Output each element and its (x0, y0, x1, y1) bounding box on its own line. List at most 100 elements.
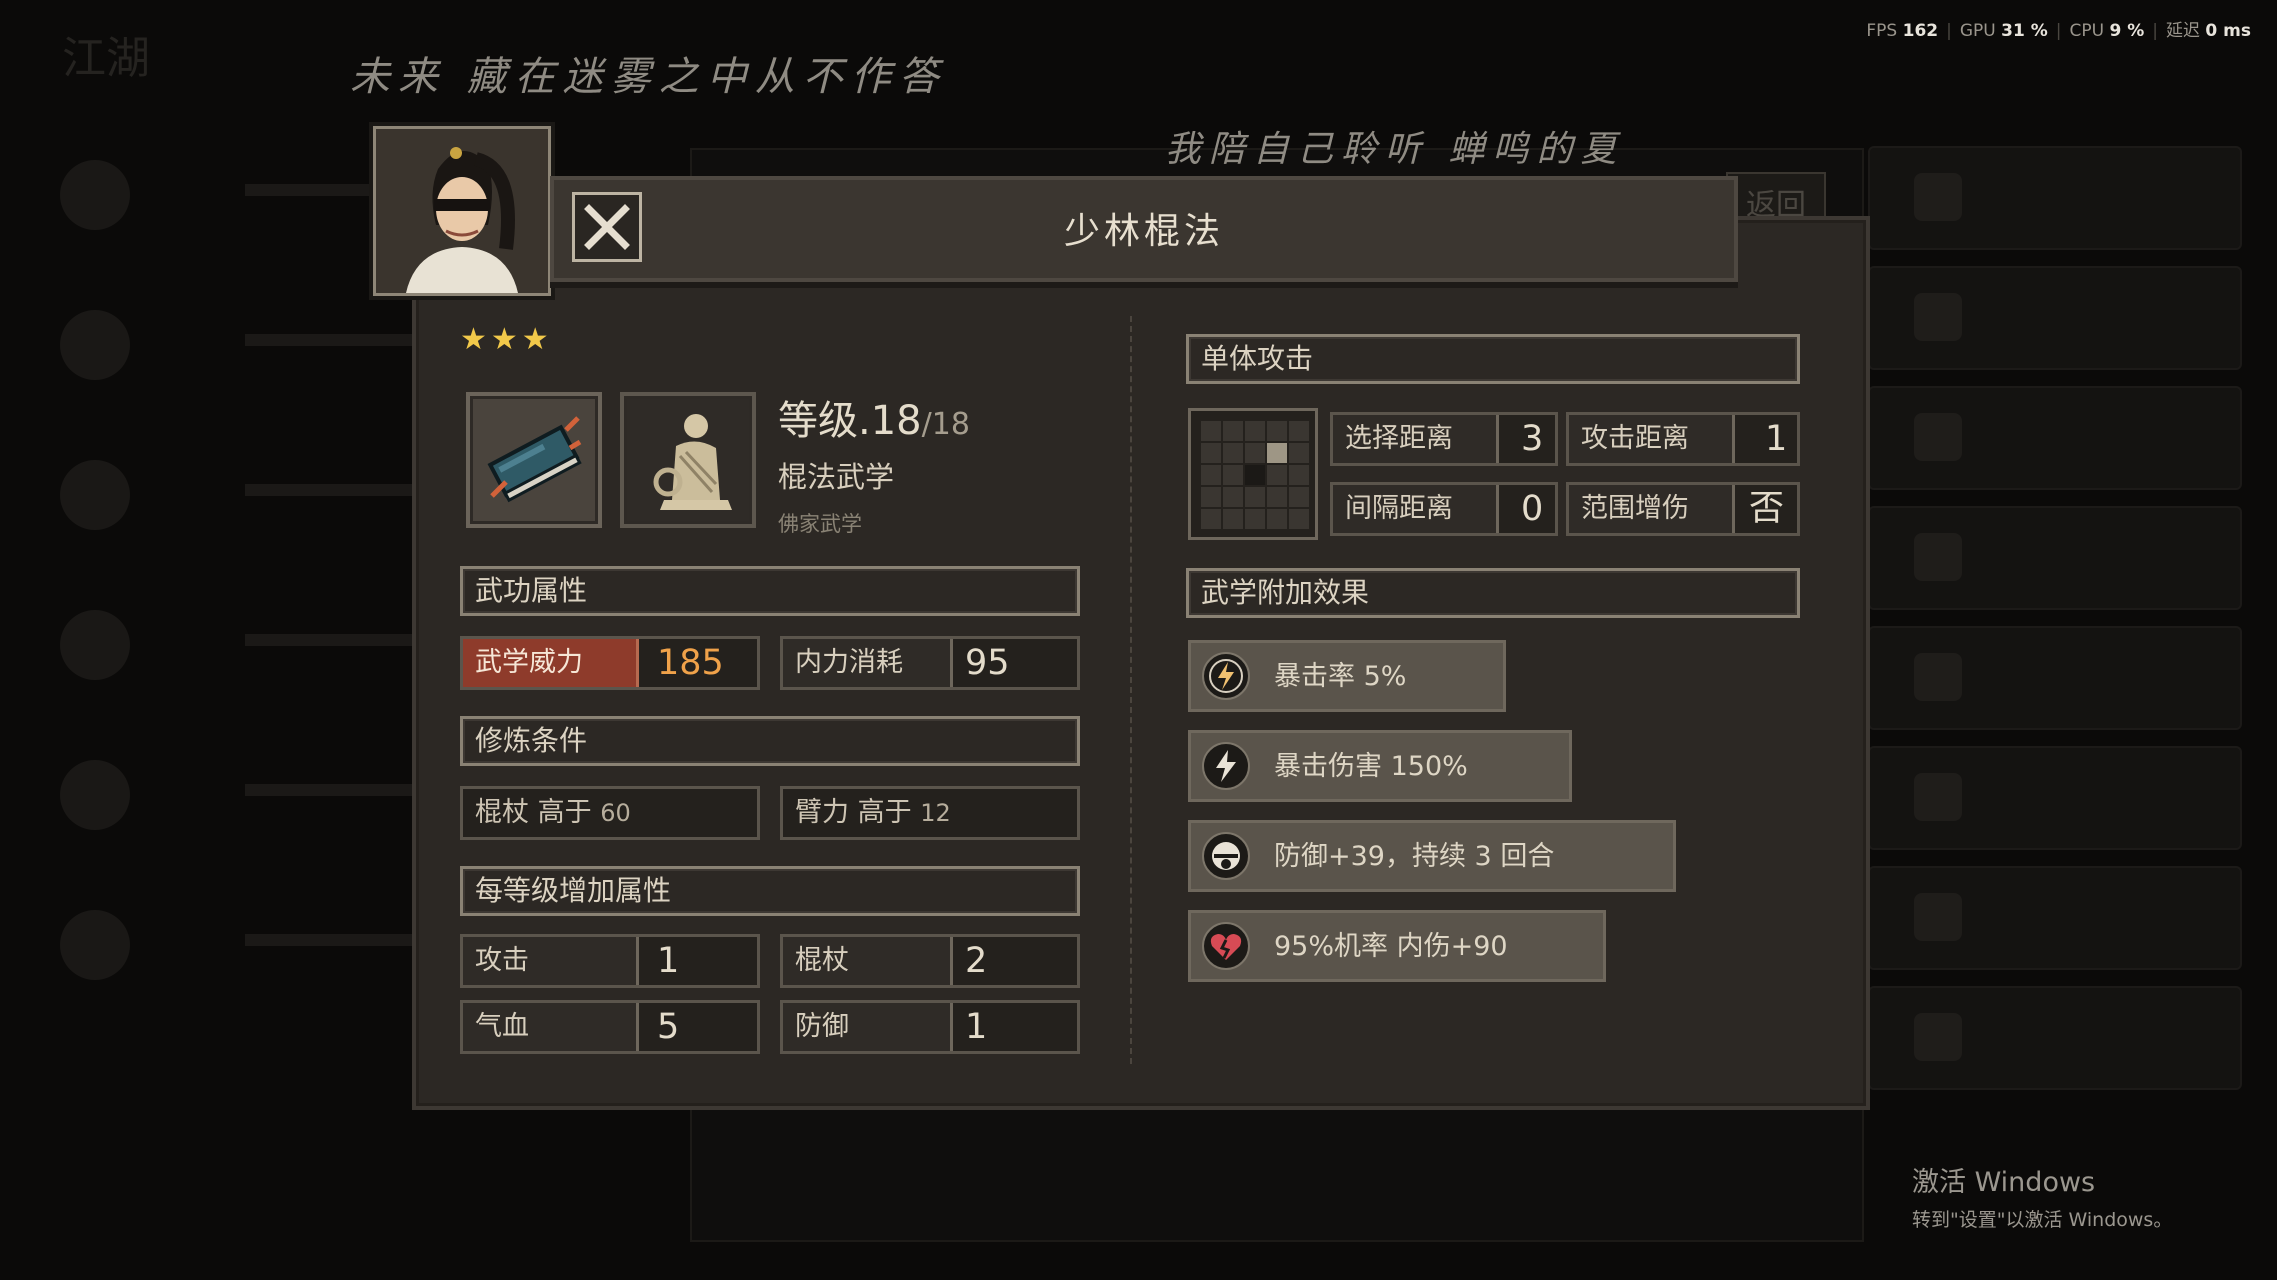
lightning-icon (1202, 742, 1250, 790)
fps-value: 162 (1902, 21, 1939, 41)
level-label: 等级. (778, 398, 871, 444)
training-requirement: 臂力 高于 12 (780, 786, 1080, 840)
effect-text: 暴击伤害 150% (1274, 751, 1468, 782)
per-level-stat: 防御 1 (780, 1000, 1080, 1054)
stat-label: 气血 (463, 1003, 639, 1051)
effect-item: 防御+39，持续 3 回合 (1188, 820, 1676, 892)
effect-text: 95%机率 内伤+90 (1274, 931, 1508, 962)
game-logo: 江湖 (62, 33, 150, 84)
lyric-line-1: 未来 藏在迷雾之中从不作答 (350, 54, 947, 100)
background-character-slot (40, 290, 455, 420)
per-level-stat: 气血 5 (460, 1000, 760, 1054)
power-label: 武学威力 (463, 639, 639, 687)
select-range-stat: 选择距离 3 (1330, 412, 1558, 466)
interval-range-label: 间隔距离 (1333, 485, 1499, 533)
close-icon (584, 204, 630, 250)
stat-value: 1 (657, 941, 680, 981)
skill-type: 棍法武学 (778, 460, 895, 494)
power-stat: 武学威力 185 (460, 636, 760, 690)
stat-label: 防御 (783, 1003, 953, 1051)
skill-book-slot[interactable] (466, 392, 602, 528)
lightning-icon (1202, 652, 1250, 700)
skill-subtype: 佛家武学 (778, 512, 862, 536)
select-range-value: 3 (1521, 419, 1544, 459)
stat-value: 5 (657, 1007, 680, 1047)
per-level-stat: 攻击 1 (460, 934, 760, 988)
requirement-value: 12 (920, 799, 951, 827)
background-character-slot (40, 140, 455, 270)
activation-title: 激活 Windows (1912, 1167, 2096, 1198)
aoe-damage-stat: 范围增伤 否 (1566, 482, 1800, 536)
interval-range-value: 0 (1521, 489, 1544, 529)
effects-header: 武学附加效果 (1186, 568, 1800, 618)
aoe-damage-value: 否 (1749, 489, 1785, 529)
effect-item: 暴击率 5% (1188, 640, 1506, 712)
background-menu-button[interactable] (1868, 506, 2242, 610)
staff-weapon-slot[interactable] (620, 392, 756, 528)
monk-staff-icon (653, 414, 732, 510)
background-character-slot (40, 890, 455, 1020)
broken-heart-icon (1202, 922, 1250, 970)
background-menu-button[interactable] (1868, 866, 2242, 970)
background-menu-button[interactable] (1868, 386, 2242, 490)
panel-divider (1130, 316, 1132, 1064)
training-requirement: 棍杖 高于 60 (460, 786, 760, 840)
background-character-slot (40, 440, 455, 570)
skill-book-icon (487, 416, 582, 503)
performance-overlay: FPS 162 | GPU 31 % | CPU 9 % | 延迟 0 ms (1866, 21, 2251, 41)
background-menu-button[interactable] (1868, 266, 2242, 370)
background-menu-button[interactable] (1868, 146, 2242, 250)
close-button[interactable] (572, 192, 642, 262)
latency-value: 0 ms (2205, 21, 2251, 41)
skill-title: 少林棍法 (1063, 211, 1224, 252)
interval-range-stat: 间隔距离 0 (1330, 482, 1558, 536)
per-level-stat: 棍杖 2 (780, 934, 1080, 988)
requirement-label: 臂力 高于 (795, 797, 912, 828)
stat-label: 攻击 (463, 937, 639, 985)
effect-text: 暴击率 5% (1274, 661, 1407, 692)
activation-hint: 转到"设置"以激活 Windows。 (1912, 1209, 2173, 1231)
effect-text: 防御+39，持续 3 回合 (1274, 841, 1555, 872)
skill-rarity-stars: ★★★ (460, 322, 553, 357)
aoe-damage-label: 范围增伤 (1569, 485, 1735, 533)
attack-range-stat: 攻击距离 1 (1566, 412, 1800, 466)
cpu-label: CPU (2069, 21, 2105, 41)
shield-icon (1202, 832, 1250, 880)
requirement-value: 60 (600, 799, 631, 827)
lyric-line-2: 我陪自己聆听 蝉鸣的夏 (1165, 129, 1625, 170)
gpu-value: 31 % (2001, 21, 2048, 41)
requirement-label: 棍杖 高于 (475, 797, 592, 828)
stat-label: 棍杖 (783, 937, 953, 985)
background-character-slot (40, 740, 455, 870)
attack-range-value: 1 (1765, 419, 1788, 459)
background-menu-button[interactable] (1868, 746, 2242, 850)
power-value: 185 (657, 643, 724, 683)
mp-cost-label: 内力消耗 (783, 639, 953, 687)
fps-label: FPS (1866, 21, 1898, 41)
effect-item: 暴击伤害 150% (1188, 730, 1572, 802)
attack-type-header: 单体攻击 (1186, 334, 1800, 384)
gpu-label: GPU (1959, 21, 1996, 41)
background-character-slot (40, 590, 455, 720)
per-level-header: 每等级增加属性 (460, 866, 1080, 916)
background-menu-button[interactable] (1868, 986, 2242, 1090)
character-portrait (373, 126, 551, 296)
training-header: 修炼条件 (460, 716, 1080, 766)
skill-title-bar: 少林棍法 (550, 176, 1738, 282)
stat-value: 1 (965, 1007, 988, 1047)
level-value: 18 (870, 398, 922, 444)
cpu-value: 9 % (2109, 21, 2145, 41)
level-max: /18 (921, 407, 970, 442)
latency-label: 延迟 (2166, 21, 2200, 41)
select-range-label: 选择距离 (1333, 415, 1499, 463)
background-menu-button[interactable] (1868, 626, 2242, 730)
attack-range-grid (1188, 408, 1318, 540)
effect-item: 95%机率 内伤+90 (1188, 910, 1606, 982)
attack-range-label: 攻击距离 (1569, 415, 1735, 463)
mp-cost-value: 95 (965, 643, 1010, 683)
attributes-header: 武功属性 (460, 566, 1080, 616)
stat-value: 2 (965, 941, 988, 981)
skill-level: 等级.18/18 (778, 388, 970, 446)
windows-activation-watermark: 激活 Windows 转到"设置"以激活 Windows。 (1912, 1160, 2172, 1232)
mp-cost-stat: 内力消耗 95 (780, 636, 1080, 690)
